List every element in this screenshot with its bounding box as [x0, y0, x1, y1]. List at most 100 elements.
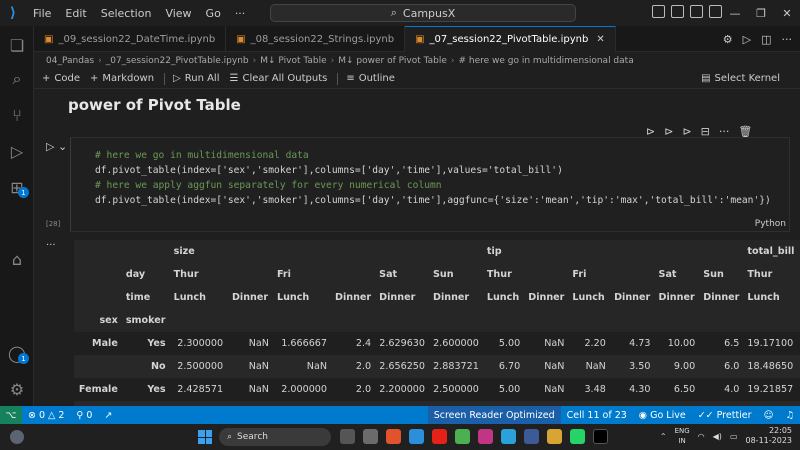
- live-share-icon[interactable]: ↗: [98, 410, 118, 421]
- chrome-app-icon[interactable]: [455, 429, 470, 444]
- go-live-button[interactable]: ◉ Go Live: [633, 406, 692, 424]
- source-control-icon[interactable]: ⑂: [0, 98, 34, 132]
- add-markdown-button[interactable]: + Markdown: [90, 73, 154, 84]
- code-line: # here we apply aggfun separately for ev…: [95, 180, 442, 191]
- time-header: Dinner: [528, 292, 565, 303]
- volume-icon[interactable]: ◀): [713, 432, 722, 441]
- breadcrumb-item[interactable]: M↓ power of Pivot Table: [338, 56, 447, 66]
- screen-reader-status[interactable]: Screen Reader Optimized: [427, 406, 561, 424]
- tab-strings[interactable]: ▣ _08_session22_Strings.ipynb: [226, 26, 406, 52]
- editor-tabs: ▣ _09_session22_DateTime.ipynb ▣ _08_sessi…: [34, 26, 800, 52]
- outline-button[interactable]: ≡ Outline: [346, 73, 395, 84]
- menu-more[interactable]: ···: [228, 7, 253, 20]
- toggle-secondary-sidebar-icon[interactable]: [690, 5, 703, 18]
- menu-go[interactable]: Go: [199, 7, 228, 20]
- battery-icon[interactable]: ▭: [730, 432, 738, 441]
- command-center-search[interactable]: ⌕ CampusX: [270, 4, 576, 22]
- markdown-heading: power of Pivot Table: [68, 96, 241, 114]
- remote-indicator-icon[interactable]: ⌥: [0, 406, 22, 424]
- task-view-icon[interactable]: [340, 429, 355, 444]
- table-cell: 4.0: [699, 378, 744, 401]
- instagram-app-icon[interactable]: [478, 429, 493, 444]
- vscode-app-icon[interactable]: [409, 429, 424, 444]
- customize-layout-icon[interactable]: [709, 5, 722, 18]
- x-app-icon[interactable]: [593, 429, 608, 444]
- cell-language[interactable]: Python: [755, 219, 786, 229]
- windows-taskbar: ⌕ Search ⌃ ENG IN ◠ ◀) ▭ 22:05 08-11-2023: [0, 424, 800, 450]
- day-header: Sun: [433, 269, 454, 280]
- menu-view[interactable]: View: [158, 7, 198, 20]
- breadcrumb-item[interactable]: _07_session22_PivotTable.ipynb: [106, 56, 249, 66]
- prettier-button[interactable]: ✓✓ Prettier: [692, 406, 758, 424]
- ports-indicator[interactable]: ⚲ 0: [70, 410, 98, 421]
- code-editor[interactable]: # here we go in multidimensional data df…: [95, 148, 771, 208]
- whatsapp-app-icon[interactable]: [570, 429, 585, 444]
- tab-datetime[interactable]: ▣ _09_session22_DateTime.ipynb: [34, 26, 227, 52]
- column-group-header: total_bill: [747, 246, 795, 257]
- clock[interactable]: 22:05 08-11-2023: [746, 426, 793, 446]
- menu-selection[interactable]: Selection: [94, 7, 159, 20]
- time-header: Dinner: [703, 292, 740, 303]
- table-cell: 2.600000: [429, 332, 483, 355]
- settings-gear-icon[interactable]: ⚙: [0, 372, 34, 406]
- minimize-icon[interactable]: —: [722, 7, 748, 20]
- problems-indicator[interactable]: ⊗ 0 △ 2: [22, 410, 70, 421]
- chevron-up-icon[interactable]: ⌃: [660, 432, 667, 441]
- run-all-button[interactable]: ▷ Run All: [173, 73, 219, 84]
- tab-pivottable[interactable]: ▣ _07_session22_PivotTable.ipynb ✕: [405, 26, 616, 52]
- split-editor-icon[interactable]: ◫: [761, 33, 771, 46]
- output-menu-icon[interactable]: ···: [46, 240, 56, 251]
- start-button[interactable]: [198, 430, 212, 444]
- close-window-icon[interactable]: ✕: [774, 7, 800, 20]
- close-tab-icon[interactable]: ✕: [596, 34, 604, 45]
- table-cell: 2.0: [331, 355, 376, 378]
- toggle-panel-icon[interactable]: [671, 5, 684, 18]
- app-icon[interactable]: [524, 429, 539, 444]
- table-cell: 19.17100: [743, 332, 800, 355]
- notebook-toolbar: + Code + Markdown ▷ Run All ☰ Clear All Outp…: [34, 69, 800, 89]
- run-cell-button[interactable]: ▷ ⌄: [46, 140, 67, 153]
- day-header: Sat: [379, 269, 398, 280]
- remote-explorer-icon[interactable]: ⌂: [0, 242, 34, 276]
- more-actions-icon[interactable]: ···: [782, 33, 793, 46]
- select-kernel-button[interactable]: ▤ Select Kernel: [701, 73, 780, 84]
- account-icon[interactable]: ◯ 1: [0, 336, 34, 370]
- search-view-icon[interactable]: ⌕: [0, 62, 34, 96]
- feedback-icon[interactable]: ☺: [758, 406, 780, 424]
- toggle-primary-sidebar-icon[interactable]: [652, 5, 665, 18]
- file-explorer-app-icon[interactable]: [363, 429, 378, 444]
- folder-app-icon[interactable]: [547, 429, 562, 444]
- day-header: Sat: [658, 269, 677, 280]
- add-code-button[interactable]: + Code: [42, 73, 80, 84]
- breadcrumb-item[interactable]: # here we go in multidimensional data: [458, 56, 633, 66]
- kernel-icon: ▤: [701, 73, 711, 84]
- weather-icon[interactable]: [10, 430, 24, 444]
- breadcrumb-item[interactable]: 04_Pandas: [46, 56, 94, 66]
- breadcrumb-item[interactable]: M↓ Pivot Table: [260, 56, 326, 66]
- code-cell[interactable]: # here we go in multidimensional data df…: [70, 137, 790, 232]
- table-cell: 2.200000: [375, 378, 430, 401]
- explorer-icon[interactable]: ❏: [0, 28, 34, 62]
- telegram-app-icon[interactable]: [501, 429, 516, 444]
- clear-outputs-button[interactable]: ☰ Clear All Outputs: [230, 73, 328, 84]
- settings-gear-icon[interactable]: ⚙: [723, 33, 733, 46]
- run-debug-icon[interactable]: ▷: [0, 134, 34, 168]
- table-cell: 2.4: [331, 332, 376, 355]
- outline-icon: ≡: [346, 73, 355, 84]
- menu-file[interactable]: File: [26, 7, 58, 20]
- brave-browser-icon[interactable]: [386, 429, 401, 444]
- maximize-icon[interactable]: ❐: [748, 7, 774, 20]
- notifications-bell-icon[interactable]: ♫: [779, 406, 800, 424]
- extensions-icon[interactable]: ⊞ 1: [0, 170, 34, 204]
- time-header: Dinner: [614, 292, 651, 303]
- taskbar-search[interactable]: ⌕ Search: [219, 428, 331, 446]
- search-icon: ⌕: [227, 432, 233, 442]
- run-icon[interactable]: ▷: [743, 33, 751, 46]
- day-header: Fri: [572, 269, 587, 280]
- menu-edit[interactable]: Edit: [58, 7, 93, 20]
- error-icon: ⊗: [28, 409, 36, 421]
- youtube-app-icon[interactable]: [432, 429, 447, 444]
- cell-position[interactable]: Cell 11 of 23: [561, 406, 633, 424]
- wifi-icon[interactable]: ◠: [698, 432, 705, 441]
- language-indicator[interactable]: ENG IN: [675, 426, 690, 446]
